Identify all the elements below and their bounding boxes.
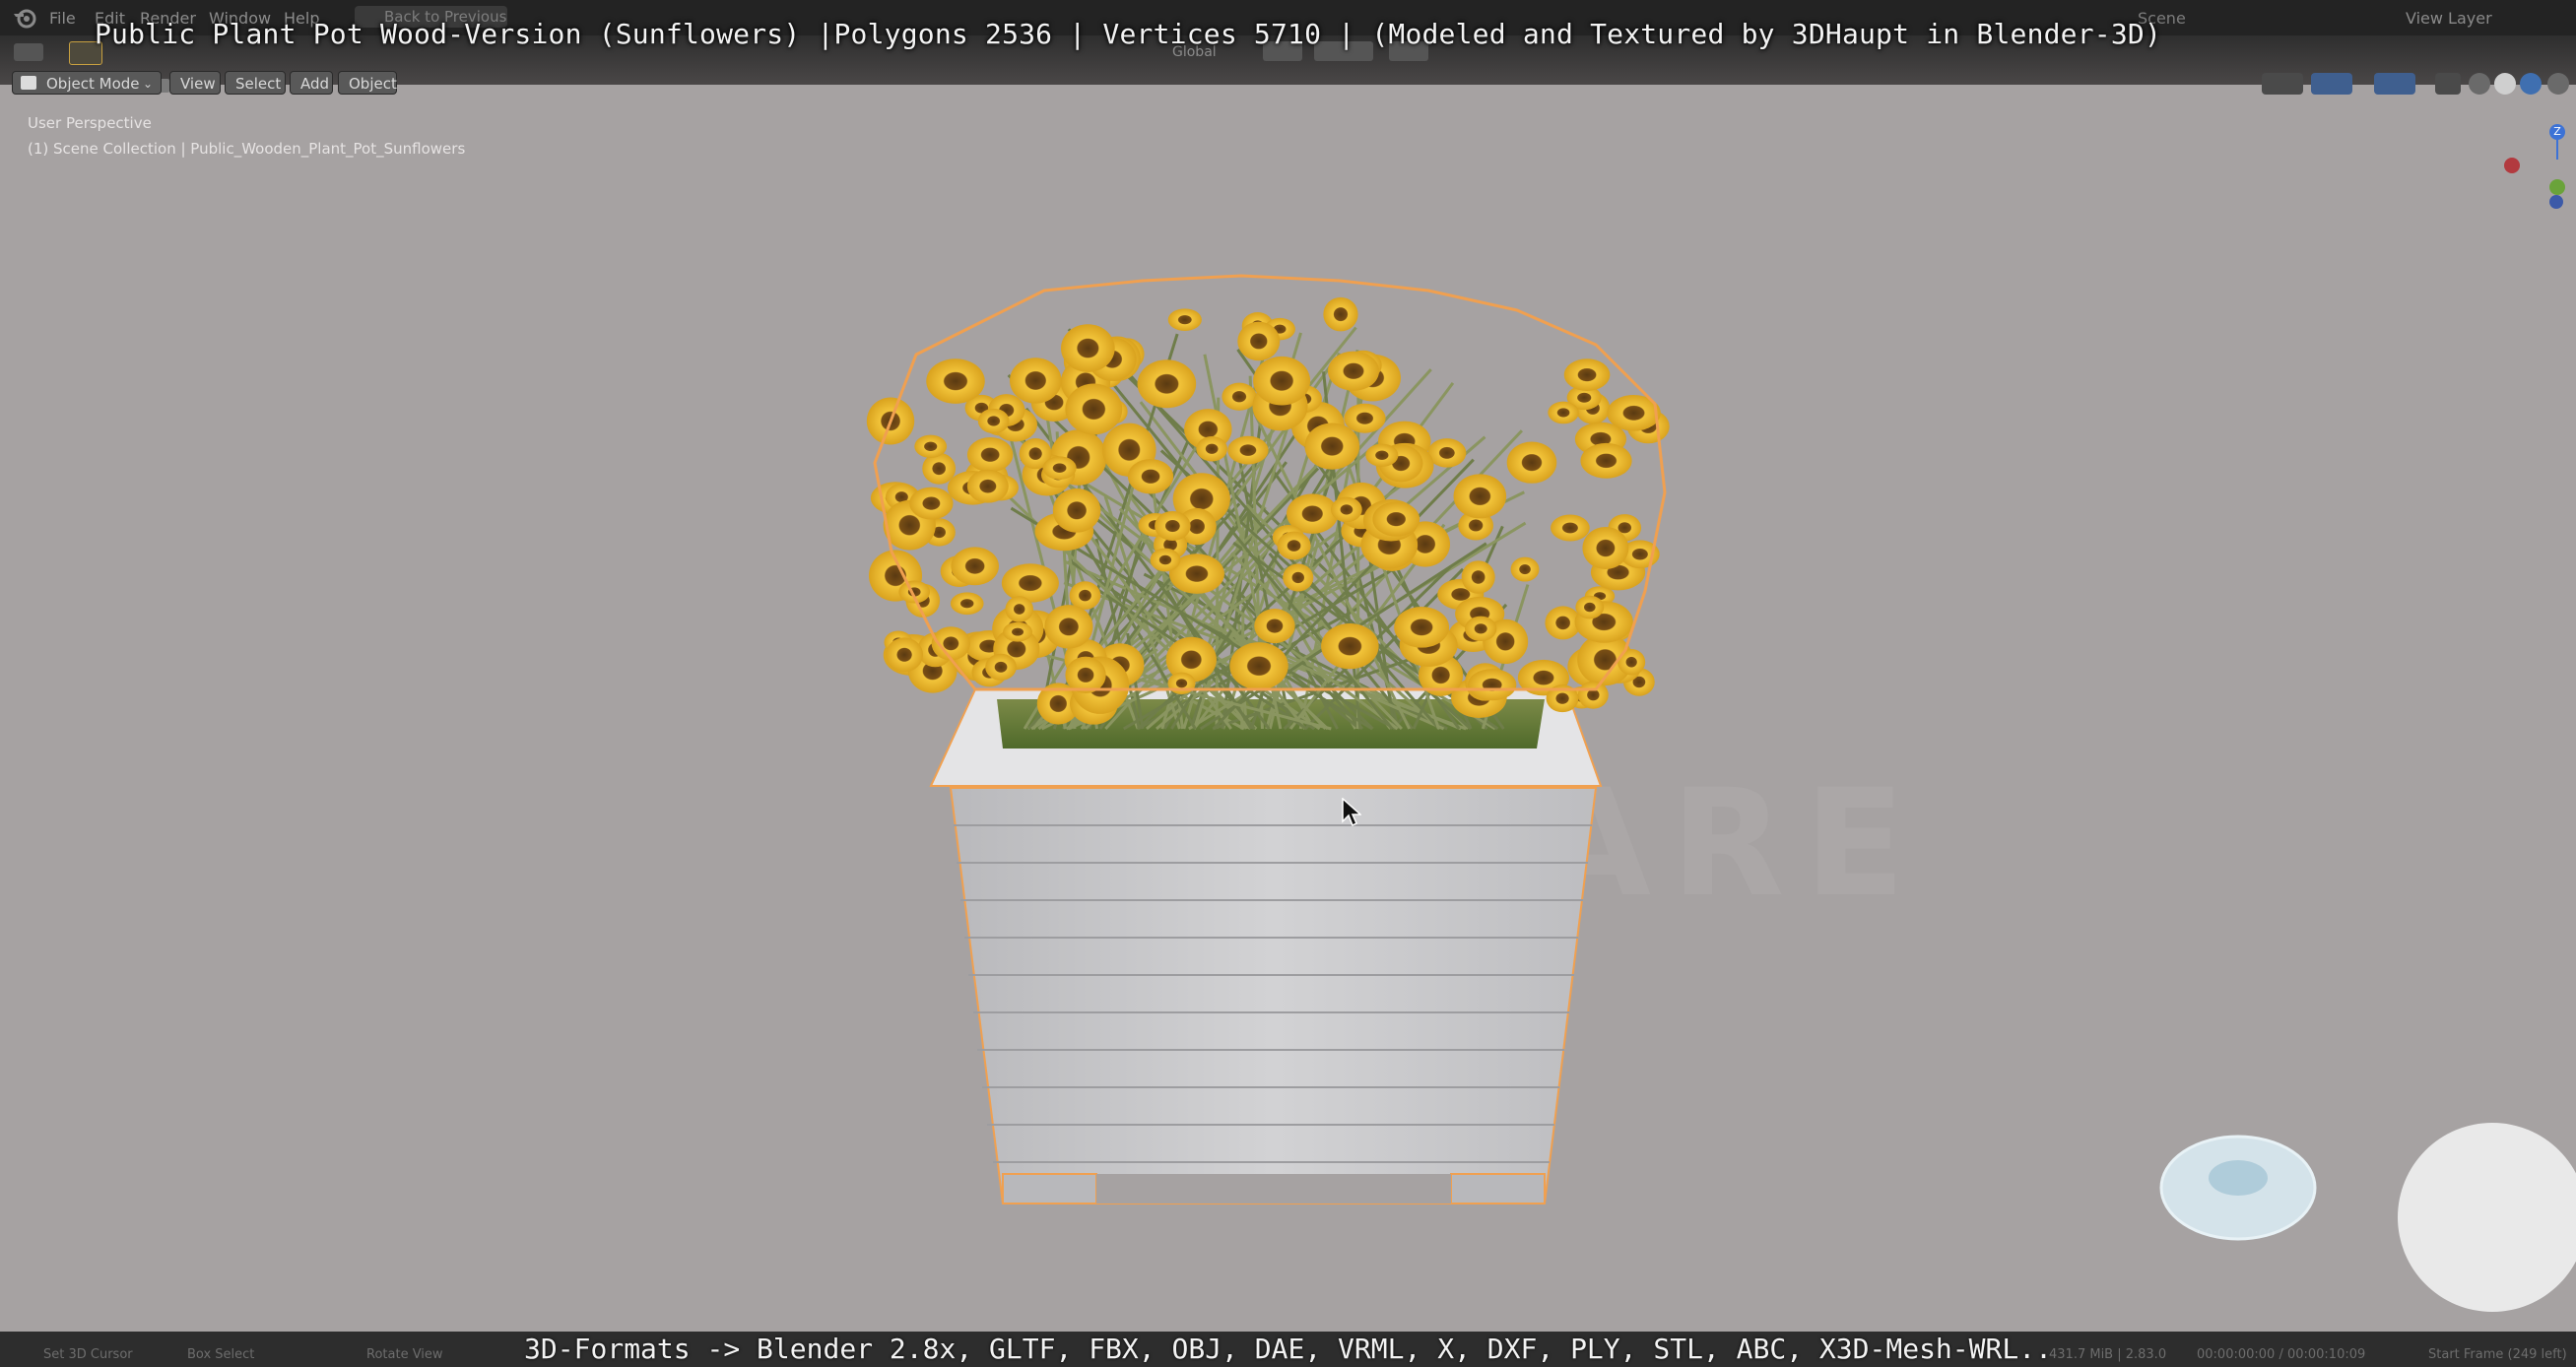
mouse-cursor-icon bbox=[1342, 798, 1361, 827]
sunflower-head bbox=[1127, 459, 1174, 494]
sunflower-head bbox=[1548, 401, 1579, 424]
sunflower-head bbox=[1005, 596, 1033, 622]
sunflower-head bbox=[1582, 526, 1629, 570]
sunflower-head bbox=[1196, 436, 1228, 462]
sunflower-head bbox=[1001, 563, 1059, 603]
hdri-sphere-highlight bbox=[2209, 1160, 2268, 1196]
sunflower-head bbox=[1461, 560, 1495, 594]
sunflower-head bbox=[1580, 442, 1632, 479]
sunflower-head bbox=[1052, 488, 1101, 533]
sunflower-head bbox=[1394, 607, 1450, 648]
sunflower-head bbox=[966, 437, 1014, 473]
sunflower-head bbox=[1327, 351, 1380, 391]
sunflower-head bbox=[926, 358, 985, 404]
sunflower-head bbox=[1061, 324, 1115, 372]
sunflower-head bbox=[1344, 403, 1386, 433]
pot-foot-right bbox=[1450, 1173, 1546, 1204]
wooden-pot[interactable] bbox=[929, 688, 1603, 1204]
sunflower-head bbox=[1468, 669, 1517, 701]
sunflower-head bbox=[985, 653, 1017, 681]
sunflower-head bbox=[1506, 441, 1557, 484]
sunflower-head bbox=[1065, 383, 1123, 435]
sunflower-head bbox=[1551, 514, 1590, 542]
sunflower-head bbox=[1321, 622, 1379, 670]
sunflower-head bbox=[1465, 616, 1497, 642]
material-preview-sphere bbox=[2398, 1123, 2576, 1312]
sunflower-head bbox=[1009, 358, 1062, 404]
sunflower-head bbox=[1237, 321, 1281, 361]
sunflower-head bbox=[1453, 474, 1507, 519]
sunflower-head bbox=[1229, 642, 1288, 690]
sunflower-head bbox=[1277, 531, 1311, 560]
sunflower-head bbox=[1167, 308, 1202, 332]
sunflower-head bbox=[886, 637, 924, 673]
viewport-3d-scene[interactable] bbox=[0, 0, 2576, 1367]
sunflower-head bbox=[1331, 496, 1362, 523]
sunflower-head bbox=[1254, 608, 1295, 644]
video-formats-caption: 3D-Formats -> Blender 2.8x, GLTF, FBX, O… bbox=[524, 1333, 2052, 1365]
sunflower-head bbox=[914, 434, 948, 458]
sunflower-head bbox=[1065, 656, 1106, 694]
sunflower-head bbox=[1227, 435, 1269, 465]
sunflower-head bbox=[909, 487, 954, 520]
sunflower-head bbox=[1365, 443, 1399, 467]
sunflower-head bbox=[1167, 672, 1196, 694]
sunflower-head bbox=[1044, 605, 1093, 649]
sunflower-head bbox=[1575, 595, 1605, 619]
sunflower-head bbox=[1137, 359, 1197, 409]
sunflower-head bbox=[1283, 563, 1314, 592]
sunflower-cluster[interactable] bbox=[866, 296, 1670, 731]
sunflower-head bbox=[1563, 358, 1611, 391]
sunflower-head bbox=[1510, 556, 1540, 582]
sunflower-head bbox=[1042, 456, 1077, 480]
sunflower-head bbox=[977, 408, 1010, 434]
sunflower-head bbox=[966, 469, 1009, 503]
pot-gap bbox=[1096, 1174, 1451, 1204]
sunflower-head bbox=[951, 547, 999, 586]
sunflower-head bbox=[1372, 501, 1420, 537]
sunflower-head bbox=[1150, 548, 1181, 572]
sunflower-head bbox=[1577, 681, 1609, 709]
sunflower-head bbox=[1304, 423, 1360, 470]
sunflower-head bbox=[950, 592, 984, 616]
sunflower-head bbox=[1222, 382, 1257, 411]
sunflower-head bbox=[1253, 356, 1311, 406]
sunflower-head bbox=[1155, 511, 1191, 542]
pot-foot-left bbox=[1002, 1173, 1097, 1204]
sunflower-head bbox=[1003, 621, 1033, 642]
sunflower-head bbox=[1323, 296, 1358, 332]
